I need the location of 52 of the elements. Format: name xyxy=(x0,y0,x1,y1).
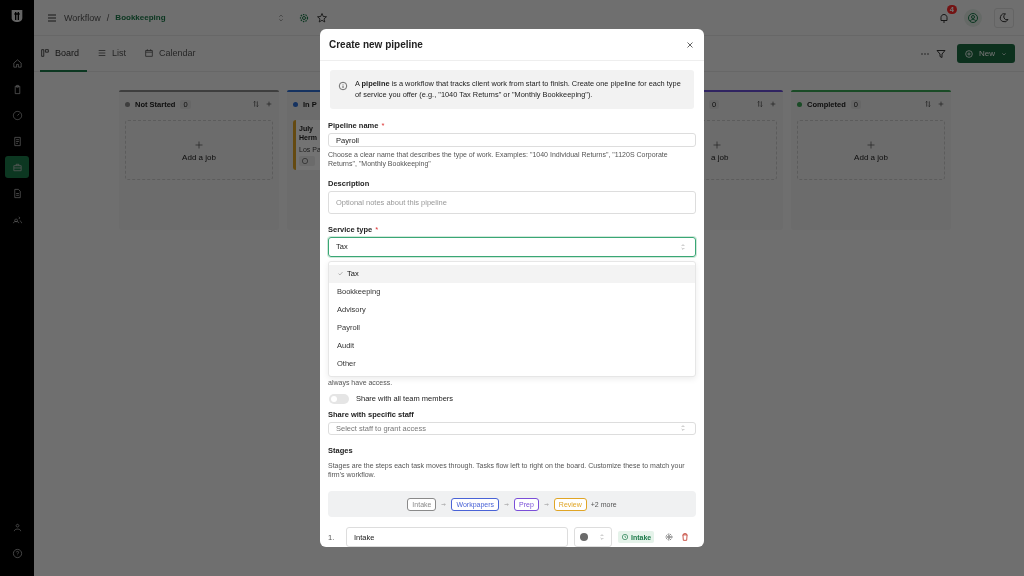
info-icon xyxy=(338,81,348,91)
user-icon xyxy=(967,11,979,24)
check-icon xyxy=(337,270,344,278)
moon-icon xyxy=(998,11,1010,24)
arrow-icon xyxy=(503,500,511,508)
list-icon xyxy=(97,47,108,58)
board-icon xyxy=(40,47,50,58)
logo-icon[interactable] xyxy=(9,8,25,24)
close-icon[interactable] xyxy=(685,39,695,50)
settings-icon[interactable] xyxy=(664,532,675,542)
delete-icon[interactable] xyxy=(680,532,691,542)
toggle-switch[interactable] xyxy=(329,393,349,404)
clock-icon xyxy=(301,156,309,165)
add-job-button[interactable]: Add a job xyxy=(125,120,273,180)
chevron-updown-icon xyxy=(679,424,687,433)
sort-icon[interactable] xyxy=(924,100,932,108)
chevron-updown-icon xyxy=(598,533,606,541)
nav-item[interactable] xyxy=(5,156,29,178)
add-job-button[interactable]: Add a job xyxy=(797,120,945,180)
sort-icon[interactable] xyxy=(756,100,764,108)
add-icon[interactable] xyxy=(937,100,945,108)
home-icon xyxy=(11,57,23,69)
add-icon[interactable] xyxy=(265,100,273,108)
bell-icon[interactable] xyxy=(938,11,950,24)
settings-icon[interactable] xyxy=(297,11,310,24)
gauge-icon xyxy=(11,109,23,121)
color-select[interactable] xyxy=(574,527,612,547)
dialog-title: Create new pipeline xyxy=(329,39,423,50)
menu-icon[interactable] xyxy=(46,11,58,24)
breadcrumb-separator: / xyxy=(106,12,110,23)
filter-icon[interactable] xyxy=(935,47,947,60)
status-dot xyxy=(797,101,802,107)
breadcrumb-current: Bookkeeping xyxy=(115,13,166,22)
star-icon[interactable] xyxy=(315,11,328,24)
briefcase-icon xyxy=(11,161,23,173)
status-dot xyxy=(125,101,130,107)
theme-toggle-button[interactable] xyxy=(994,7,1014,28)
help-icon[interactable] xyxy=(11,548,23,559)
arrow-icon xyxy=(440,500,448,508)
add-icon[interactable] xyxy=(769,100,777,108)
account-button[interactable] xyxy=(964,8,982,27)
sort-icon[interactable] xyxy=(252,100,260,108)
user-icon[interactable] xyxy=(11,522,23,533)
view-tab[interactable]: Board xyxy=(40,35,88,72)
file-icon xyxy=(11,187,23,199)
status-dot xyxy=(293,101,298,107)
clock-icon xyxy=(621,533,629,541)
calendar-icon xyxy=(144,47,155,58)
document-icon xyxy=(11,135,23,147)
chevron-updown-icon xyxy=(679,242,687,251)
arrow-icon xyxy=(542,500,550,508)
plus-circle-icon xyxy=(964,48,974,59)
